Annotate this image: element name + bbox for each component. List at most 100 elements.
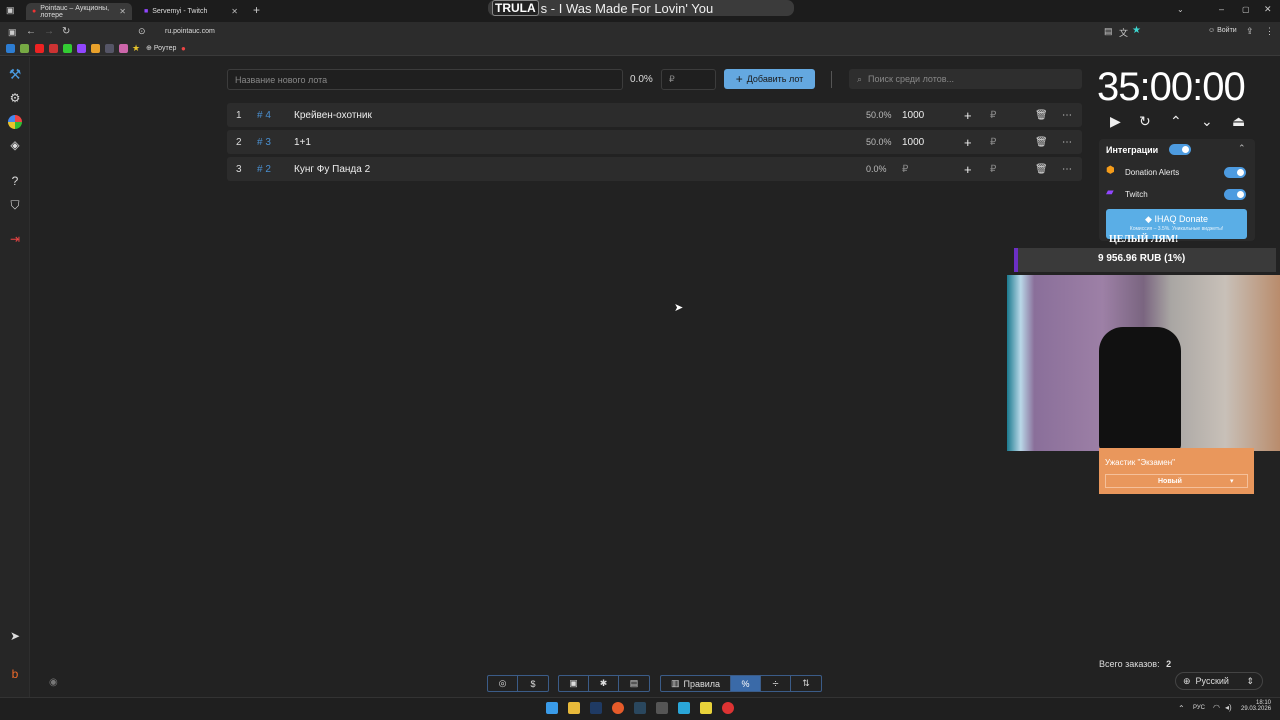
bookmark-chrome-icon[interactable]: ●	[181, 44, 186, 53]
firefox-icon[interactable]	[612, 702, 624, 714]
new-tab-icon[interactable]: +	[253, 3, 260, 17]
tab-close-icon[interactable]: ✕	[119, 7, 126, 16]
photoshop-icon[interactable]	[590, 702, 602, 714]
tray-clock[interactable]: 18:10 29.03.2026	[1241, 700, 1271, 712]
trash-icon[interactable]: 🗑	[1035, 164, 1048, 175]
new-lot-amount-input[interactable]: ₽	[661, 69, 716, 90]
trash-icon[interactable]: 🗑	[1035, 137, 1048, 148]
windows-start-icon[interactable]	[546, 702, 558, 714]
lot-amount-empty[interactable]: ₽	[902, 164, 908, 175]
twitch-toggle[interactable]	[1224, 189, 1246, 200]
bookmark-router[interactable]: ⊕ Роутер	[146, 44, 176, 52]
bookmark-2-icon[interactable]	[20, 44, 29, 53]
reload-icon[interactable]: ↻	[62, 26, 70, 37]
more-icon[interactable]: ⋯	[1062, 137, 1072, 148]
sort-icon[interactable]: ⇅	[791, 676, 821, 691]
lot-row[interactable]: 1 # 4 Крейвен-охотник 50.0% 1000 + ₽ 🗑 ⋯	[227, 103, 1082, 127]
layers-icon[interactable]: ◈	[8, 138, 22, 152]
wheel-icon[interactable]	[8, 115, 22, 129]
lang-icon[interactable]: 文	[1119, 26, 1128, 39]
forward-icon[interactable]: →	[44, 26, 54, 37]
star-icon[interactable]: ★	[1132, 25, 1141, 36]
divide-icon[interactable]: ÷	[761, 676, 791, 691]
lot-amount[interactable]: 1000	[902, 110, 924, 121]
app-icon[interactable]	[656, 702, 668, 714]
bookmark-vk-icon[interactable]	[6, 44, 15, 53]
logo-icon[interactable]: ⚒	[8, 67, 22, 81]
tab-close-icon[interactable]: ✕	[231, 7, 238, 16]
add-amount-icon[interactable]: +	[964, 162, 972, 177]
bookmark-kick-icon[interactable]	[63, 44, 72, 53]
back-icon[interactable]: ←	[26, 26, 36, 37]
logout-icon[interactable]: ⇥	[8, 232, 22, 246]
more-icon[interactable]: ⋯	[1062, 164, 1072, 175]
browser-tab-twitch[interactable]: ■ Servemyi - Twitch ✕	[138, 3, 244, 20]
collapse-chevron-icon[interactable]: ⌃	[1238, 143, 1246, 154]
bookmark-7-icon[interactable]	[91, 44, 100, 53]
app-4-icon[interactable]	[722, 702, 734, 714]
wifi-icon[interactable]: ◠	[1213, 703, 1220, 712]
explorer-icon[interactable]	[568, 702, 580, 714]
lot-name[interactable]: 1+1	[294, 137, 311, 148]
bookmark-youtube-icon[interactable]	[35, 44, 44, 53]
bug-icon[interactable]: ✱	[589, 676, 619, 691]
bookmark-8-icon[interactable]	[105, 44, 114, 53]
keyboard-language[interactable]: РУС	[1193, 705, 1205, 711]
url-field[interactable]: ru.pointauc.com	[165, 28, 215, 35]
help-icon[interactable]: ?	[8, 174, 22, 188]
decrease-icon[interactable]: ⌄	[1201, 113, 1213, 130]
notification-status-select[interactable]: Новый ▾	[1105, 474, 1248, 488]
shield-icon[interactable]: ⛉	[8, 198, 22, 212]
rules-button[interactable]: ▥ Правила	[661, 676, 731, 691]
add-lot-button[interactable]: + Добавить лот	[724, 69, 815, 89]
reset-icon[interactable]: ↻	[1139, 113, 1151, 130]
maximize-icon[interactable]: ▢	[1242, 5, 1250, 14]
history-icon[interactable]: ▤	[619, 676, 649, 691]
tab-list-chevron-icon[interactable]: ⌄	[1177, 5, 1184, 14]
minimize-icon[interactable]: –	[1219, 4, 1224, 14]
increase-icon[interactable]: ⌃	[1170, 113, 1182, 130]
trash-icon[interactable]: 🗑	[1035, 110, 1048, 121]
github-icon[interactable]: ◎	[488, 676, 518, 691]
bookmark-twitch-icon[interactable]	[77, 44, 86, 53]
app-2-icon[interactable]	[678, 702, 690, 714]
integrations-toggle[interactable]	[1169, 144, 1191, 155]
new-lot-input[interactable]: Название нового лота	[227, 69, 623, 90]
add-amount-icon[interactable]: +	[964, 108, 972, 123]
save-icon[interactable]: ▣	[559, 676, 589, 691]
play-icon[interactable]: ▶	[1110, 113, 1121, 130]
lot-name[interactable]: Крейвен-охотник	[294, 110, 372, 121]
eye-icon[interactable]: ◉	[49, 677, 58, 688]
browser-tab-pointauc[interactable]: ● Pointauc – Аукционы, лотере ✕	[26, 3, 132, 20]
profile-signin-button[interactable]: ☺ Войти	[1208, 27, 1237, 34]
lot-row[interactable]: 3 # 2 Кунг Фу Панда 2 0.0% ₽ + ₽ 🗑 ⋯	[227, 157, 1082, 181]
percent-icon[interactable]: %	[731, 676, 761, 691]
extensions-icon[interactable]: ⇪	[1246, 26, 1254, 37]
bookmark-star-icon[interactable]: ★	[132, 43, 140, 54]
lot-row[interactable]: 2 # 3 1+1 50.0% 1000 + ₽ 🗑 ⋯	[227, 130, 1082, 154]
close-window-icon[interactable]: ✕	[1264, 4, 1272, 15]
donation-alerts-toggle[interactable]	[1224, 167, 1246, 178]
bookmark-4-icon[interactable]	[49, 44, 58, 53]
app-3-icon[interactable]	[700, 702, 712, 714]
tray-chevron-icon[interactable]: ⌃	[1178, 704, 1185, 713]
browser-menu-dots-icon[interactable]: ⋮	[1265, 26, 1274, 37]
translate-icon[interactable]: ▤	[1104, 26, 1113, 37]
double-up-icon[interactable]: ⏏	[1232, 113, 1245, 130]
add-amount-icon[interactable]: +	[964, 135, 972, 150]
amount-input-currency[interactable]: ₽	[990, 110, 996, 121]
more-icon[interactable]: ⋯	[1062, 110, 1072, 121]
amount-input-currency[interactable]: ₽	[990, 164, 996, 175]
search-input[interactable]: ⌕ Поиск среди лотов...	[849, 69, 1082, 89]
steam-icon[interactable]	[634, 702, 646, 714]
language-select[interactable]: ⊕ Русский ⇕	[1175, 672, 1263, 690]
browser-menu-icon[interactable]: ▣	[6, 5, 15, 16]
telegram-icon[interactable]: ➤	[8, 629, 22, 643]
bookmark-9-icon[interactable]	[119, 44, 128, 53]
sidebar-toggle-icon[interactable]: ▣	[8, 27, 17, 38]
donate-dollar-icon[interactable]: $	[518, 676, 548, 691]
lot-amount[interactable]: 1000	[902, 137, 924, 148]
lot-name[interactable]: Кунг Фу Панда 2	[294, 164, 370, 175]
volume-icon[interactable]: ◂)	[1225, 703, 1232, 712]
site-info-icon[interactable]: ⊙	[138, 26, 146, 37]
